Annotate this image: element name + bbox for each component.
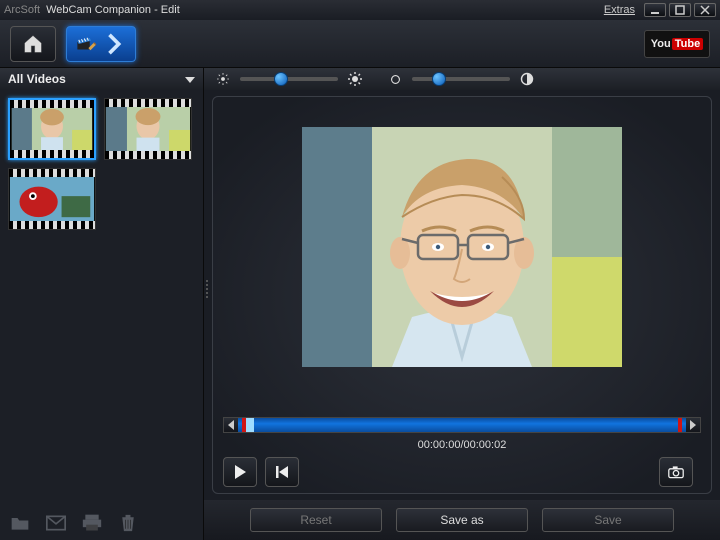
adjustment-bar	[204, 68, 720, 90]
top-toolbar: You Tube	[0, 20, 720, 68]
timeline-area: 00:00:00/00:00:02	[223, 417, 701, 487]
brightness-knob[interactable]	[274, 72, 288, 86]
maximize-icon	[675, 5, 685, 15]
triangle-right-icon	[689, 420, 697, 430]
chevron-right-icon	[104, 33, 126, 55]
home-icon	[22, 33, 44, 55]
reset-button[interactable]: Reset	[250, 508, 382, 532]
close-icon	[700, 5, 710, 15]
minimize-icon	[650, 5, 660, 15]
extras-link[interactable]: Extras	[604, 4, 635, 16]
timeline[interactable]	[223, 417, 701, 433]
contrast-low-icon	[388, 72, 402, 86]
brightness-slider[interactable]	[240, 77, 338, 81]
timeline-track[interactable]	[238, 418, 686, 432]
preview-stage: 00:00:00/00:00:02	[212, 96, 712, 494]
save-as-button[interactable]: Save as	[396, 508, 528, 532]
youtube-you-label: You	[651, 38, 671, 50]
thumbnail-image	[9, 177, 95, 221]
thumbnail-image	[105, 107, 191, 151]
video-thumbnail[interactable]	[8, 168, 96, 230]
sidebar: All Videos	[0, 68, 204, 540]
content-panel: 00:00:00/00:00:02 Reset Save as	[204, 68, 720, 540]
titlebar: ArcSoft WebCam Companion - Edit Extras	[0, 0, 720, 20]
brand-label: ArcSoft	[4, 4, 40, 16]
edit-mode-button[interactable]	[66, 26, 136, 62]
video-thumbnail[interactable]	[104, 98, 192, 160]
close-button[interactable]	[694, 3, 716, 17]
skip-start-icon	[274, 464, 290, 480]
transport-controls	[223, 457, 701, 487]
sidebar-actions	[0, 506, 203, 540]
brightness-high-icon	[348, 72, 362, 86]
thumbnail-grid	[0, 90, 203, 506]
folder-open-icon[interactable]	[10, 514, 30, 532]
clapper-edit-icon	[76, 33, 98, 55]
main-area: All Videos	[0, 68, 720, 540]
minimize-button[interactable]	[644, 3, 666, 17]
trash-icon[interactable]	[118, 514, 138, 532]
snapshot-button[interactable]	[659, 457, 693, 487]
timeline-step-forward-button[interactable]	[686, 418, 700, 432]
timecode-label: 00:00:00/00:00:02	[223, 439, 701, 451]
splitter-handle[interactable]	[204, 280, 210, 304]
chevron-down-icon	[185, 72, 195, 86]
triangle-left-icon	[227, 420, 235, 430]
youtube-tube-label: Tube	[672, 38, 703, 50]
play-button[interactable]	[223, 457, 257, 487]
trim-end-marker[interactable]	[678, 418, 682, 432]
print-icon[interactable]	[82, 514, 102, 532]
email-icon[interactable]	[46, 514, 66, 532]
playhead[interactable]	[246, 418, 254, 432]
bottom-action-bar: Reset Save as Save	[204, 500, 720, 540]
timeline-step-back-button[interactable]	[224, 418, 238, 432]
filter-dropdown[interactable]: All Videos	[0, 68, 203, 90]
thumbnail-image	[10, 108, 94, 150]
maximize-button[interactable]	[669, 3, 691, 17]
home-button[interactable]	[10, 26, 56, 62]
preview-frame-image	[302, 127, 622, 367]
window-title: WebCam Companion - Edit	[46, 4, 180, 16]
filter-label: All Videos	[8, 72, 66, 86]
camera-icon	[668, 464, 684, 480]
video-preview[interactable]	[302, 127, 622, 367]
go-to-start-button[interactable]	[265, 457, 299, 487]
youtube-button[interactable]: You Tube	[644, 30, 710, 58]
play-icon	[232, 464, 248, 480]
save-button[interactable]: Save	[542, 508, 674, 532]
contrast-slider[interactable]	[412, 77, 510, 81]
video-thumbnail[interactable]	[8, 98, 96, 160]
brightness-low-icon	[216, 72, 230, 86]
contrast-knob[interactable]	[432, 72, 446, 86]
contrast-high-icon	[520, 72, 534, 86]
